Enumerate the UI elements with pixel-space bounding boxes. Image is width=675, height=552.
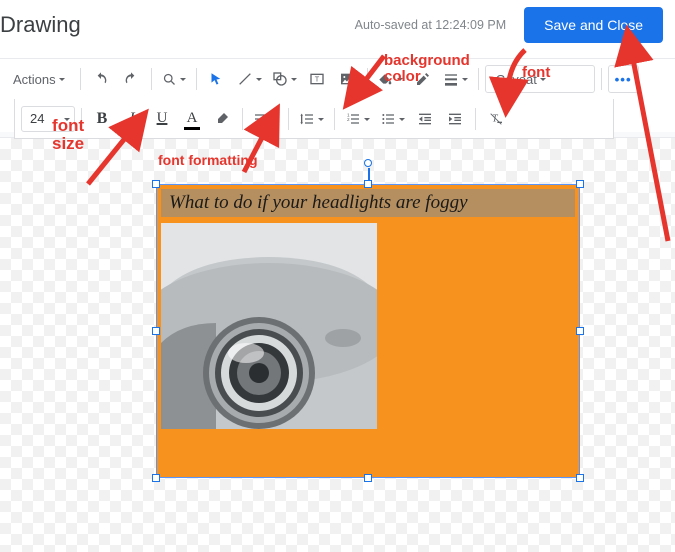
shape-tool[interactable]: [268, 65, 301, 93]
toolbar-primary: Actions T Caveat •••: [0, 59, 675, 99]
resize-handle-mt[interactable]: [364, 180, 372, 188]
selected-shape[interactable]: What to do if your headlights are foggy: [156, 184, 580, 478]
textbox-tool[interactable]: T: [303, 65, 331, 93]
border-color-button[interactable]: [409, 65, 437, 93]
svg-text:T: T: [314, 75, 319, 84]
separator: [367, 68, 368, 90]
toolbar-text-format: 24 B I U A 12 T: [14, 99, 614, 139]
align-button[interactable]: [249, 105, 282, 133]
separator: [288, 108, 289, 130]
bold-button[interactable]: B: [88, 105, 116, 133]
resize-handle-mb[interactable]: [364, 474, 372, 482]
increase-indent-button[interactable]: [441, 105, 469, 133]
resize-handle-br[interactable]: [576, 474, 584, 482]
separator: [242, 108, 243, 130]
undo-button[interactable]: [87, 65, 115, 93]
resize-handle-tl[interactable]: [152, 180, 160, 188]
rotate-handle[interactable]: [364, 159, 372, 167]
font-size-value: 24: [30, 111, 44, 126]
dialog-title: Drawing: [0, 12, 81, 38]
highlight-color-button[interactable]: [208, 105, 236, 133]
separator: [475, 108, 476, 130]
bulleted-list-button[interactable]: [376, 105, 409, 133]
resize-handle-ml[interactable]: [152, 327, 160, 335]
border-weight-button[interactable]: [439, 65, 472, 93]
drawing-canvas[interactable]: What to do if your headlights are foggy: [0, 138, 675, 552]
separator: [81, 108, 82, 130]
resize-handle-tr[interactable]: [576, 180, 584, 188]
svg-text:2: 2: [347, 117, 350, 122]
zoom-button[interactable]: [158, 65, 190, 93]
separator: [196, 68, 197, 90]
underline-button[interactable]: U: [148, 105, 176, 133]
actions-menu[interactable]: Actions: [4, 65, 74, 93]
separator: [151, 68, 152, 90]
resize-handle-mr[interactable]: [576, 327, 584, 335]
font-size-select[interactable]: 24: [21, 106, 75, 132]
autosave-status: Auto-saved at 12:24:09 PM: [81, 18, 524, 32]
italic-button[interactable]: I: [118, 105, 146, 133]
separator: [334, 108, 335, 130]
text-color-button[interactable]: A: [178, 105, 206, 133]
more-options-button[interactable]: •••: [608, 65, 639, 93]
save-and-close-button[interactable]: Save and Close: [524, 7, 663, 43]
image-tool[interactable]: [333, 65, 361, 93]
line-spacing-button[interactable]: [295, 105, 328, 133]
shape-caption[interactable]: What to do if your headlights are foggy: [161, 189, 575, 217]
line-tool[interactable]: [233, 65, 266, 93]
clear-formatting-button[interactable]: T: [482, 105, 510, 133]
select-tool[interactable]: [203, 65, 231, 93]
separator: [478, 68, 479, 90]
fill-color-button[interactable]: [374, 65, 407, 93]
separator: [80, 68, 81, 90]
separator: [601, 68, 602, 90]
svg-text:T: T: [492, 113, 499, 124]
dialog-header: Drawing Auto-saved at 12:24:09 PM Save a…: [0, 0, 675, 58]
redo-button[interactable]: [117, 65, 145, 93]
decrease-indent-button[interactable]: [411, 105, 439, 133]
resize-handle-bl[interactable]: [152, 474, 160, 482]
embedded-image[interactable]: [161, 223, 377, 429]
numbered-list-button[interactable]: 12: [341, 105, 374, 133]
font-family-select[interactable]: Caveat: [485, 65, 595, 93]
